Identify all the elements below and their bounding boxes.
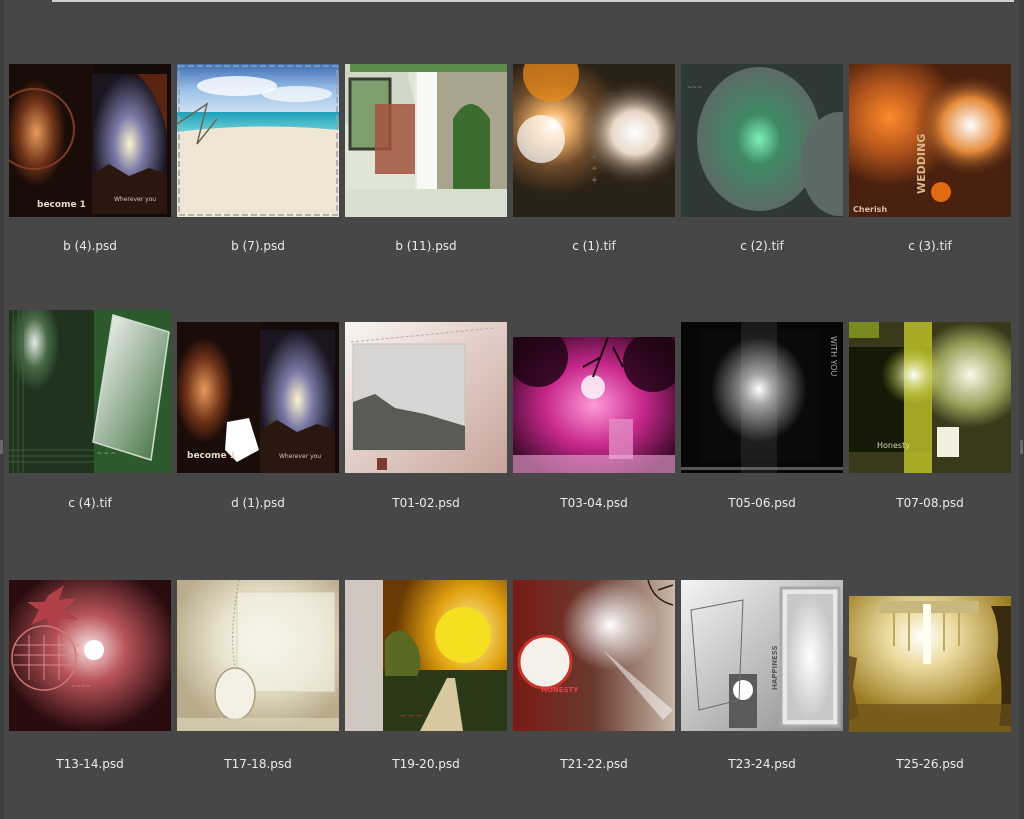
file-thumbnail[interactable]: become 1 Wherever you — [177, 322, 339, 473]
file-thumbnail[interactable]: HONESTY — [513, 580, 675, 731]
thumb-caption-text: Honesty — [877, 441, 910, 450]
file-thumbnail[interactable] — [345, 322, 507, 473]
file-name-label: b (7).psd — [231, 239, 285, 253]
thumb-caption-text: HONESTY — [541, 686, 579, 694]
thumb-caption-text: ~ ~ ~ — [400, 712, 422, 720]
thumb-vertical-text: WITH YOU — [829, 336, 838, 376]
file-thumbnail[interactable]: ~~~~ — [9, 580, 171, 731]
file-name-label: T05-06.psd — [728, 496, 796, 510]
file-name-label: c (2).tif — [740, 239, 784, 253]
file-name-label: T03-04.psd — [560, 496, 628, 510]
file-thumbnail[interactable]: ~ ~ ~ — [9, 310, 171, 473]
file-thumbnail[interactable]: ~~~ — [681, 64, 843, 217]
file-name-label: T13-14.psd — [56, 757, 124, 771]
file-name-label: c (1).tif — [572, 239, 616, 253]
thumb-small-text: ~~~~ — [71, 683, 91, 690]
thumb-vertical-text: ✦ ✦ ✦ — [590, 153, 601, 185]
thumb-caption-text-2: Wherever you — [114, 196, 156, 203]
thumb-vertical-text: HAPPINESS — [771, 645, 779, 690]
file-thumbnail[interactable]: become 1 Wherever you — [9, 64, 171, 217]
file-name-label: T21-22.psd — [560, 757, 628, 771]
file-name-label: c (4).tif — [68, 496, 112, 510]
file-thumbnail[interactable]: ~ ~ ~ — [345, 580, 507, 731]
file-thumbnail[interactable]: WEDDING Cherish — [849, 64, 1011, 217]
file-thumbnail[interactable] — [177, 64, 339, 217]
file-thumbnail[interactable]: ✦ ✦ ✦ — [513, 64, 675, 217]
file-thumbnail[interactable] — [177, 580, 339, 731]
thumb-small-text: ~ ~ ~ — [97, 450, 116, 457]
file-name-label: b (11).psd — [395, 239, 457, 253]
file-name-label: T23-24.psd — [728, 757, 796, 771]
file-name-label: T17-18.psd — [224, 757, 292, 771]
file-thumbnail[interactable] — [345, 64, 507, 217]
file-name-label: d (1).psd — [231, 496, 285, 510]
thumb-caption-text-2: Wherever you — [279, 453, 321, 460]
file-name-label: b (4).psd — [63, 239, 117, 253]
file-thumbnail[interactable] — [513, 337, 675, 473]
thumb-small-text: ~~~ — [687, 84, 702, 91]
file-thumbnail[interactable] — [849, 596, 1011, 732]
file-thumbnail[interactable]: WITH YOU — [681, 322, 843, 473]
thumb-caption-text: become 1 — [187, 451, 236, 461]
file-thumbnail[interactable]: HAPPINESS — [681, 580, 843, 731]
thumb-caption-text: become 1 — [37, 200, 86, 210]
thumb-caption-text: Cherish — [853, 205, 887, 214]
file-name-label: T07-08.psd — [896, 496, 964, 510]
thumbnail-grid: become 1 Wherever you b (4).psd b (7).ps… — [0, 0, 1024, 819]
thumb-vertical-text: WEDDING — [915, 134, 928, 194]
file-thumbnail[interactable]: Honesty — [849, 322, 1011, 473]
file-name-label: T19-20.psd — [392, 757, 460, 771]
file-name-label: T01-02.psd — [392, 496, 460, 510]
file-name-label: T25-26.psd — [896, 757, 964, 771]
file-name-label: c (3).tif — [908, 239, 952, 253]
